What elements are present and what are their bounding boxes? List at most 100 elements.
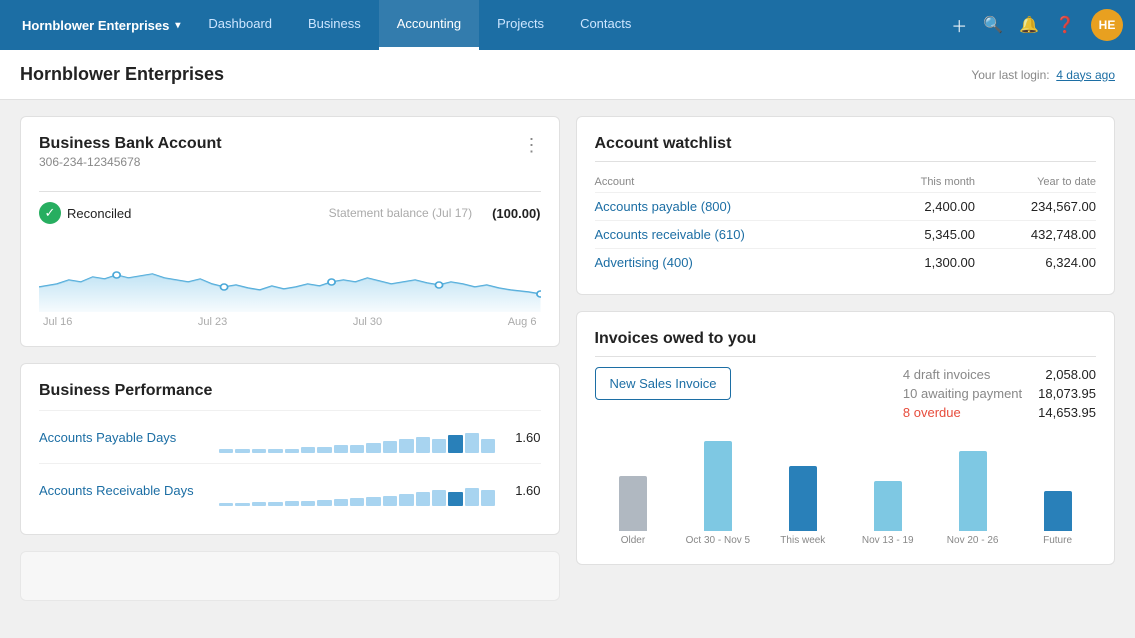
invoice-bar-group: Oct 30 - Nov 5: [679, 441, 756, 546]
performance-bar: [350, 445, 364, 453]
watchlist-account-link[interactable]: Advertising (400): [595, 255, 693, 270]
performance-bar: [432, 490, 446, 506]
watchlist-value: 5,345.00: [874, 221, 975, 249]
performance-bar: [317, 447, 331, 453]
performance-bar: [416, 437, 430, 453]
invoice-bar-pair: [934, 451, 1011, 531]
chart-date-label: Jul 23: [198, 316, 227, 328]
invoice-stat-amount: 14,653.95: [1038, 405, 1096, 420]
performance-row: Accounts Payable Days 1.60: [39, 410, 541, 463]
performance-label[interactable]: Accounts Receivable Days: [39, 483, 209, 498]
watchlist-row: Accounts payable (800) 2,400.00234,567.00: [595, 193, 1097, 221]
search-icon[interactable]: 🔍: [983, 15, 1003, 35]
performance-bar: [301, 447, 315, 453]
performance-bars: [219, 474, 496, 506]
chart-date-label: Jul 30: [353, 316, 382, 328]
performance-value: 1.60: [506, 430, 541, 445]
invoice-bar-group: Nov 20 - 26: [934, 451, 1011, 546]
nav-brand-label: Hornblower Enterprises: [22, 18, 169, 33]
watchlist-title: Account watchlist: [595, 135, 1097, 153]
watchlist-header: This month: [874, 172, 975, 193]
performance-bar: [399, 494, 413, 506]
business-performance-card: Business Performance Accounts Payable Da…: [20, 363, 560, 535]
performance-title: Business Performance: [39, 382, 541, 400]
nav-item-projects[interactable]: Projects: [479, 0, 562, 50]
nav-item-accounting[interactable]: Accounting: [379, 0, 479, 50]
performance-bar: [465, 433, 479, 453]
performance-bar: [448, 492, 462, 506]
performance-bar: [383, 441, 397, 453]
invoices-title: Invoices owed to you: [595, 330, 1097, 348]
performance-label[interactable]: Accounts Payable Days: [39, 430, 209, 445]
invoices-card: Invoices owed to you New Sales Invoice 4…: [576, 311, 1116, 565]
invoice-bar-group: Future: [1019, 491, 1096, 546]
watchlist-account: Advertising (400): [595, 249, 874, 277]
watchlist-header: Account: [595, 172, 874, 193]
invoice-bar: [789, 466, 817, 531]
chart-dates: Jul 16 Jul 23 Jul 30 Aug 6: [39, 316, 541, 328]
watchlist-table: AccountThis monthYear to dateAccounts pa…: [595, 172, 1097, 276]
performance-bar: [219, 449, 233, 453]
watchlist-account-link[interactable]: Accounts payable (800): [595, 199, 732, 214]
reconciled-label: Reconciled: [67, 206, 131, 221]
performance-bar: [366, 497, 380, 506]
performance-bar: [301, 501, 315, 506]
watchlist-value: 2,400.00: [874, 193, 975, 221]
invoice-stat-label: 10 awaiting payment: [903, 386, 1022, 401]
card-menu-icon[interactable]: ⋮: [523, 135, 541, 156]
performance-bar: [285, 501, 299, 506]
watchlist-value: 234,567.00: [975, 193, 1096, 221]
invoice-stat-amount: 18,073.95: [1038, 386, 1096, 401]
invoices-bar-chart: OlderOct 30 - Nov 5This weekNov 13 - 19N…: [595, 436, 1097, 546]
invoice-bar-pair: [1019, 491, 1096, 531]
invoice-bar-label: This week: [780, 535, 825, 546]
statement-label: Statement balance (Jul 17): [329, 206, 472, 220]
invoice-bar: [704, 441, 732, 531]
bank-account-number: 306-234-12345678: [39, 155, 222, 169]
invoice-stat-row: 10 awaiting payment 18,073.95: [903, 386, 1096, 401]
chart-date-label: Aug 6: [508, 316, 537, 328]
invoice-bar-label: Future: [1043, 535, 1072, 546]
watchlist-value: 1,300.00: [874, 249, 975, 277]
performance-bars: [219, 421, 496, 453]
performance-bar: [285, 449, 299, 453]
invoice-bar-label: Older: [621, 535, 645, 546]
invoice-bar: [874, 481, 902, 531]
invoice-stat-amount: 2,058.00: [1045, 367, 1096, 382]
nav-brand[interactable]: Hornblower Enterprises ▾: [12, 18, 190, 33]
bank-account-card: Business Bank Account 306-234-12345678 ⋮…: [20, 116, 560, 347]
invoice-stat-row: 8 overdue14,653.95: [903, 405, 1096, 420]
chart-date-label: Jul 16: [43, 316, 72, 328]
extra-card: [20, 551, 560, 601]
performance-bar: [235, 503, 249, 506]
invoice-stat-row: 4 draft invoices2,058.00: [903, 367, 1096, 382]
invoice-bar-pair: [764, 466, 841, 531]
watchlist-account: Accounts payable (800): [595, 193, 874, 221]
watchlist-value: 432,748.00: [975, 221, 1096, 249]
invoice-bar-label: Nov 20 - 26: [947, 535, 999, 546]
watchlist-row: Advertising (400)1,300.006,324.00: [595, 249, 1097, 277]
bank-card-title: Business Bank Account: [39, 135, 222, 153]
performance-bar: [350, 498, 364, 506]
watchlist-header: Year to date: [975, 172, 1096, 193]
nav-item-business[interactable]: Business: [290, 0, 379, 50]
nav-brand-chevron: ▾: [175, 20, 180, 31]
nav-item-dashboard[interactable]: Dashboard: [190, 0, 290, 50]
nav-item-contacts[interactable]: Contacts: [562, 0, 649, 50]
user-avatar[interactable]: HE: [1091, 9, 1123, 41]
invoice-bar-group: This week: [764, 466, 841, 546]
new-sales-invoice-button[interactable]: New Sales Invoice: [595, 367, 732, 400]
performance-bar: [383, 496, 397, 506]
performance-bar: [481, 439, 495, 453]
watchlist-account-link[interactable]: Accounts receivable (610): [595, 227, 745, 242]
invoice-bar: [1044, 491, 1072, 531]
help-icon[interactable]: ❓: [1055, 15, 1075, 35]
performance-value: 1.60: [506, 483, 541, 498]
add-icon[interactable]: ＋: [951, 13, 967, 37]
bell-icon[interactable]: 🔔: [1019, 15, 1039, 35]
performance-bar: [481, 490, 495, 506]
performance-bar: [334, 499, 348, 506]
performance-bar: [235, 449, 249, 453]
login-time-link[interactable]: 4 days ago: [1056, 68, 1115, 82]
watchlist-account: Accounts receivable (610): [595, 221, 874, 249]
